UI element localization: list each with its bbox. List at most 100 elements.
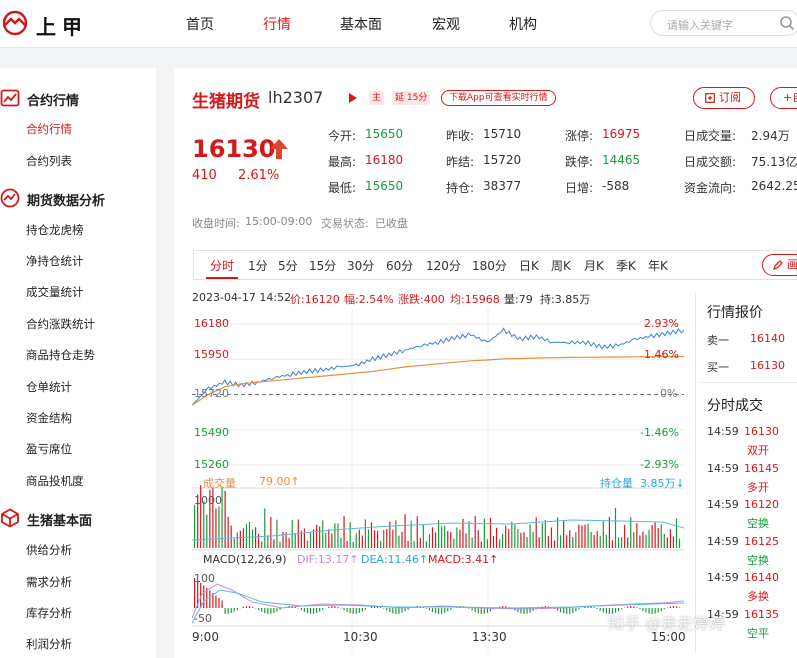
volume-bar <box>508 529 509 548</box>
volume-bar <box>273 539 274 548</box>
macd-bar <box>347 608 348 612</box>
sidebar-item-contract-list[interactable]: 合约列表 <box>26 153 72 169</box>
tab-year[interactable]: 年K <box>648 257 668 274</box>
volume-bar <box>255 527 256 548</box>
sidebar-item-contract-quote[interactable]: 合约行情 <box>26 121 72 137</box>
contract-name: 生猪期货 <box>192 87 260 112</box>
trade-price: 16140 <box>744 571 779 584</box>
info-price: 价:16120 <box>290 291 340 307</box>
macd-bar <box>432 608 433 612</box>
trade-type: 空平 <box>747 625 769 641</box>
volume-bar <box>295 533 296 548</box>
volume-bar <box>502 534 503 548</box>
volume-bar <box>368 529 369 548</box>
search-input[interactable]: 请输入关键字 <box>667 17 733 33</box>
logo[interactable]: 上甲 <box>0 8 100 38</box>
bid-price: 16130 <box>750 359 785 372</box>
sidebar-item-holding-trend[interactable]: 商品持仓走势 <box>26 347 95 363</box>
macd-value: MACD:3.41↑ <box>428 553 498 566</box>
subscribe-button[interactable]: 订阅 <box>693 87 755 109</box>
volume-bar <box>438 520 439 548</box>
tab-15m[interactable]: 15分 <box>309 257 336 274</box>
info-volume: 量:79 <box>504 291 533 307</box>
sidebar-section-title: 生猪基本面 <box>27 510 92 529</box>
nav-home[interactable]: 首页 <box>186 14 214 34</box>
delay-tag: 延 15分 <box>392 91 430 105</box>
macd-bar <box>636 607 637 608</box>
quote-value: 15650 <box>365 127 403 141</box>
tab-180m[interactable]: 180分 <box>472 257 507 274</box>
macd-bar <box>447 608 448 611</box>
trades-title: 分时成交 <box>707 395 763 415</box>
volume-bar <box>603 521 604 548</box>
volume-bar <box>551 528 552 548</box>
volume-bar <box>365 519 366 548</box>
close-time: 15:00-09:00 <box>245 215 312 228</box>
tab-5m[interactable]: 5分 <box>278 257 298 274</box>
nav-fundamentals[interactable]: 基本面 <box>340 14 382 34</box>
macd-bar <box>313 608 314 614</box>
sidebar-item-change-stats[interactable]: 合约涨跌统计 <box>26 316 95 332</box>
volume-bar <box>325 533 326 548</box>
volume-bar <box>398 536 399 548</box>
search-box[interactable]: 请输入关键字 <box>650 10 797 36</box>
tab-120m[interactable]: 120分 <box>426 257 461 274</box>
volume-bar <box>484 519 485 548</box>
quote-value: 16975 <box>602 127 640 141</box>
volume-bar <box>231 526 232 548</box>
search-icon[interactable] <box>779 15 795 31</box>
nav-macro[interactable]: 宏观 <box>432 14 460 34</box>
volume-bar <box>475 516 476 548</box>
sidebar-item-volume-stats[interactable]: 成交量统计 <box>26 284 84 300</box>
sidebar-item-net-position[interactable]: 净持仓统计 <box>26 253 84 269</box>
download-app-link[interactable]: 下载App可查看实时行情 <box>441 90 556 106</box>
volume-bar <box>261 541 262 548</box>
macd-bar <box>258 608 259 610</box>
play-icon[interactable] <box>349 93 357 103</box>
tab-quarter[interactable]: 季K <box>616 257 636 274</box>
volume-bar <box>350 522 351 548</box>
volume-bar <box>465 533 466 548</box>
tab-intraday[interactable]: 分时 <box>210 257 234 274</box>
quote-value: 2642.25 <box>751 179 797 193</box>
volume-bar <box>456 527 457 548</box>
trade-time: 14:59 <box>707 498 739 511</box>
sidebar-item-demand[interactable]: 需求分析 <box>26 574 72 590</box>
sidebar-item-position-rank[interactable]: 持仓龙虎榜 <box>26 222 84 238</box>
nav-institutions[interactable]: 机构 <box>509 14 537 34</box>
volume-bar <box>652 525 653 548</box>
sidebar-item-speculation[interactable]: 商品投机度 <box>26 473 84 489</box>
tab-month[interactable]: 月K <box>584 257 604 274</box>
macd-bar <box>566 608 567 614</box>
draw-button[interactable]: 画 <box>762 254 797 276</box>
pencil-icon <box>773 260 783 270</box>
volume-bar <box>667 537 668 548</box>
volume-bar <box>490 518 491 548</box>
add-watchlist-button[interactable]: +自 <box>770 87 797 109</box>
tab-30m[interactable]: 30分 <box>347 257 374 274</box>
volume-bar <box>203 501 204 548</box>
macd-bar <box>398 608 399 614</box>
sidebar-item-fund-structure[interactable]: 资金结构 <box>26 410 72 426</box>
volume-bar <box>633 532 634 548</box>
volume-value: 79.00↑ <box>259 475 300 488</box>
macd-bar <box>246 606 247 608</box>
macd-bar <box>444 608 445 613</box>
tab-1m[interactable]: 1分 <box>248 257 268 274</box>
trade-price: 16135 <box>744 608 779 621</box>
volume-bar <box>499 539 500 548</box>
macd-bar <box>478 608 479 613</box>
sidebar-item-profit[interactable]: 利润分析 <box>26 636 72 652</box>
pct-tick-4: -1.46% <box>640 426 679 439</box>
sidebar-item-warehouse-receipt[interactable]: 仓单统计 <box>26 379 72 395</box>
tab-60m[interactable]: 60分 <box>386 257 413 274</box>
tab-day[interactable]: 日K <box>519 257 539 274</box>
sidebar-item-inventory[interactable]: 库存分析 <box>26 605 72 621</box>
quote-value: 16180 <box>365 153 403 167</box>
sidebar-item-supply[interactable]: 供给分析 <box>26 542 72 558</box>
volume-bar <box>194 505 195 548</box>
sidebar-item-pnl-seats[interactable]: 盈亏席位 <box>26 441 72 457</box>
tab-week[interactable]: 周K <box>551 257 571 274</box>
volume-bar <box>670 529 671 548</box>
nav-market[interactable]: 行情 <box>263 14 291 34</box>
